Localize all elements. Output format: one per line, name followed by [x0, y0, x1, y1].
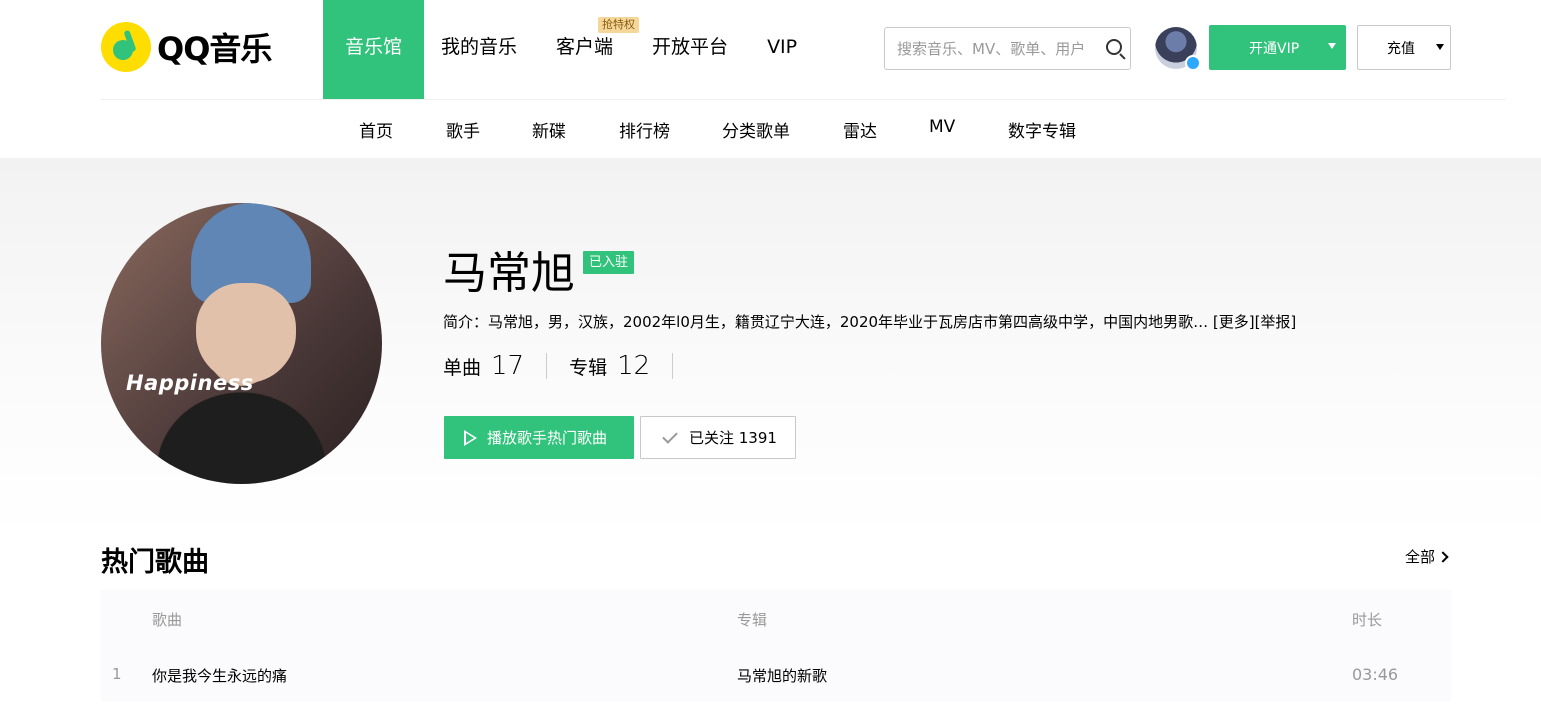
stat-divider [672, 353, 674, 379]
play-hot-songs-button[interactable]: 播放歌手热门歌曲 [444, 416, 634, 459]
subnav-playlists[interactable]: 分类歌单 [722, 117, 790, 142]
singles-stat[interactable]: 单曲 17 [443, 351, 524, 381]
chevron-right-icon [1437, 550, 1449, 563]
song-row-content: 1 你是我今生永远的痛 马常旭的新歌 03:46 [101, 646, 1451, 702]
caret-down-icon[interactable] [1328, 43, 1336, 49]
subnav-radar[interactable]: 雷达 [843, 117, 877, 142]
albums-label: 专辑 [569, 357, 608, 379]
stat-divider [546, 353, 548, 379]
subnav-home[interactable]: 首页 [359, 117, 393, 142]
recharge-button[interactable]: 充值 [1357, 25, 1451, 70]
privilege-badge: 抢特权 [598, 17, 640, 33]
see-all-label: 全部 [1405, 548, 1436, 566]
intro-text: 简介：马常旭，男，汉族，2002年l0月生，籍贯辽宁大连，2020年毕业于瓦房店… [443, 313, 1209, 331]
follow-button[interactable]: 已关注 1391 [640, 416, 796, 459]
artist-name: 马常旭 [443, 248, 575, 299]
subnav-new-albums[interactable]: 新碟 [532, 117, 566, 142]
main-nav: 音乐馆 我的音乐 客户端 抢特权 开放平台 VIP [323, 0, 797, 99]
albums-count: 12 [617, 351, 651, 381]
search-input[interactable] [897, 29, 1103, 68]
singles-count: 17 [491, 351, 525, 381]
song-album[interactable]: 马常旭的新歌 [737, 665, 827, 686]
hot-songs-title: 热门歌曲 [101, 547, 209, 578]
subnav-singers[interactable]: 歌手 [446, 117, 480, 142]
open-vip-button[interactable]: 开通VIP [1209, 25, 1346, 70]
settled-badge: 已入驻 [583, 251, 635, 274]
music-note-icon [101, 22, 151, 72]
subnav-charts[interactable]: 排行榜 [619, 117, 670, 142]
column-album: 专辑 [737, 611, 768, 629]
site-header: QQ音乐 音乐馆 我的音乐 客户端 抢特权 开放平台 VIP 开通VIP 充值 … [0, 0, 1541, 158]
vip-status-icon [1185, 55, 1201, 71]
search-box [884, 27, 1131, 70]
singles-label: 单曲 [443, 357, 482, 379]
check-icon [662, 427, 678, 444]
artist-photo: Happiness [101, 203, 382, 484]
artist-stats: 单曲 17 专辑 12 [443, 348, 695, 384]
song-name[interactable]: 你是我今生永远的痛 [152, 665, 287, 686]
play-hot-songs-label: 播放歌手热门歌曲 [487, 429, 608, 447]
nav-open-platform[interactable]: 开放平台 [652, 0, 728, 99]
table-row[interactable]: 1 你是我今生永远的痛 马常旭的新歌 03:46 [101, 646, 1451, 702]
column-duration: 时长 [1352, 611, 1383, 629]
nav-client[interactable]: 客户端 抢特权 [556, 0, 640, 99]
user-avatar[interactable] [1155, 27, 1201, 71]
follow-label: 已关注 1391 [689, 429, 777, 447]
column-song: 歌曲 [152, 611, 183, 629]
qq-music-logo[interactable]: QQ音乐 [101, 22, 272, 72]
hot-songs-table: 歌曲 专辑 时长 [101, 590, 1451, 646]
more-link[interactable]: [更多] [1213, 313, 1255, 331]
report-link[interactable]: [举报] [1255, 313, 1297, 331]
play-icon [464, 429, 477, 446]
header-divider [101, 99, 1506, 100]
subnav-digital-albums[interactable]: 数字专辑 [1008, 117, 1076, 142]
see-all-link[interactable]: 全部 [1405, 546, 1449, 567]
nav-vip[interactable]: VIP [767, 0, 797, 99]
recharge-label: 充值 [1387, 40, 1415, 57]
song-duration: 03:46 [1352, 665, 1399, 684]
caret-down-icon [1436, 44, 1444, 50]
nav-my-music[interactable]: 我的音乐 [441, 0, 517, 99]
logo-text: QQ音乐 [157, 30, 272, 68]
albums-stat[interactable]: 专辑 12 [569, 351, 650, 381]
nav-music-hall[interactable]: 音乐馆 [323, 0, 425, 99]
artist-intro: 简介：马常旭，男，汉族，2002年l0月生，籍贯辽宁大连，2020年毕业于瓦房店… [443, 311, 1296, 332]
open-vip-label: 开通VIP [1249, 40, 1300, 57]
nav-client-label: 客户端 [556, 36, 614, 58]
table-header: 歌曲 专辑 时长 [101, 590, 1451, 646]
photo-caption: Happiness [126, 371, 254, 395]
song-index: 1 [112, 665, 122, 683]
search-icon[interactable] [1105, 38, 1127, 60]
subnav-mv[interactable]: MV [929, 117, 955, 137]
